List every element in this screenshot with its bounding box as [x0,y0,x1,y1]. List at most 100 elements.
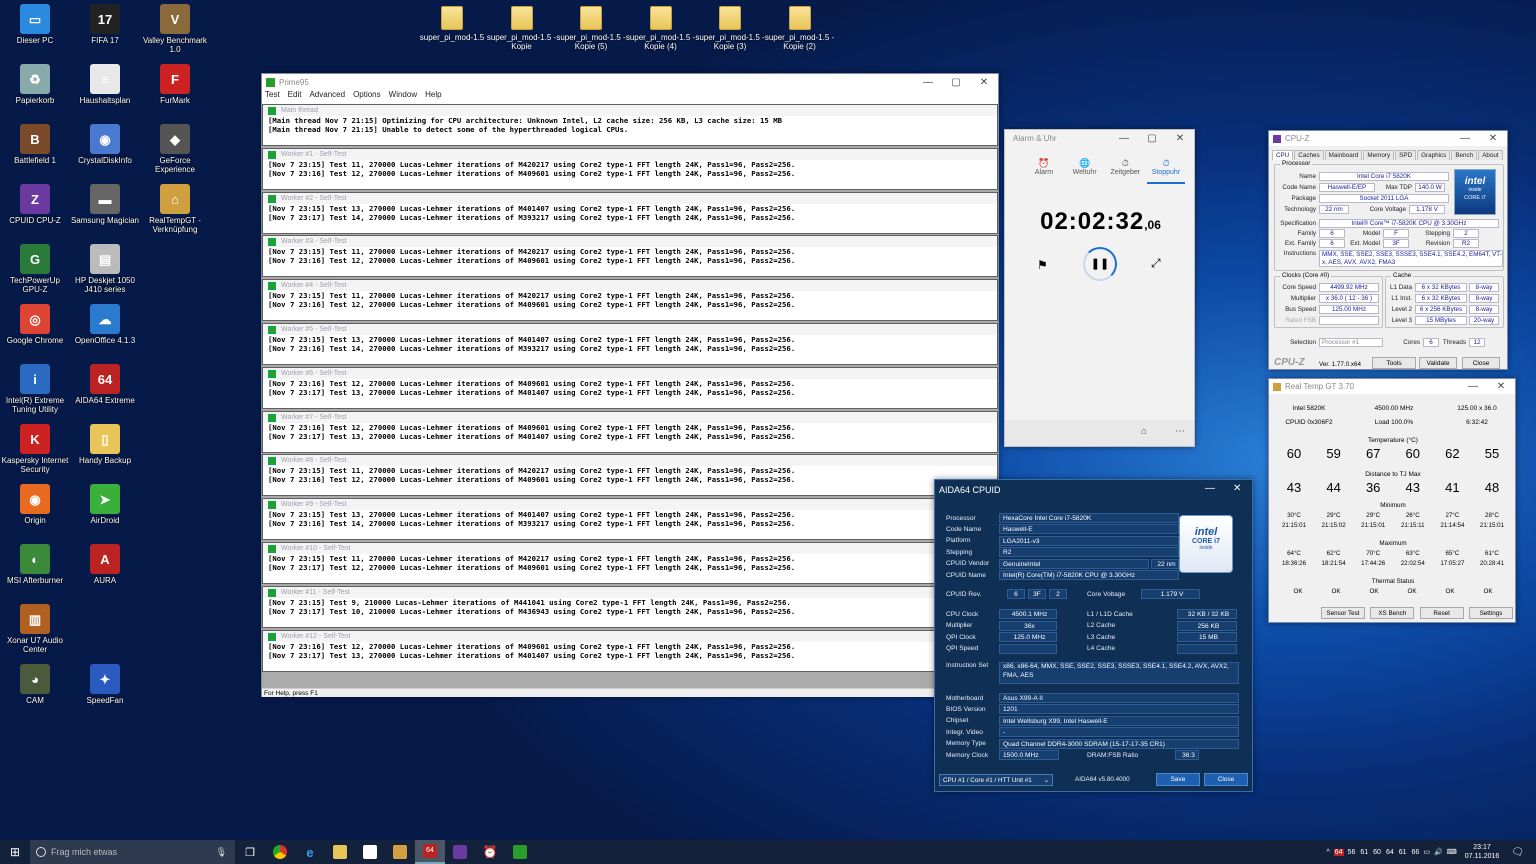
desktop-folder[interactable]: super_pi_mod-1.5 - Kopie (2) [765,6,835,51]
minimize-icon[interactable]: — [1451,133,1479,144]
desktop-icon[interactable]: G TechPowerUp GPU-Z [0,244,70,294]
worker-pane[interactable]: Worker #8 - Self-Test [Nov 7 23:15] Test … [262,454,998,497]
tools-button[interactable]: Tools [1372,357,1416,369]
tab-about[interactable]: About [1478,150,1503,160]
desktop-folder[interactable]: super_pi_mod-1.5 [417,6,487,42]
pause-button[interactable]: ❚❚ [1083,247,1117,281]
realtemp-taskbar-icon[interactable] [385,840,415,864]
desktop-icon[interactable]: ⌂ RealTempGT - Verknüpfung [140,184,210,234]
menu-item-edit[interactable]: Edit [288,90,302,102]
desktop-icon[interactable]: ◕ CAM [0,664,70,705]
desktop-icon[interactable]: ♻ Papierkorb [0,64,70,105]
store-taskbar-icon[interactable] [355,840,385,864]
alarm-taskbar-icon[interactable]: ⏰ [475,840,505,864]
network-icon[interactable]: ▭ [1423,848,1430,856]
aida-tray-icon[interactable]: 64 [1333,848,1344,856]
desktop-icon[interactable]: ◐ MSI Afterburner [0,544,70,585]
prime95-taskbar-icon[interactable] [505,840,535,864]
worker-pane[interactable]: Worker #5 - Self-Test [Nov 7 23:15] Test … [262,322,998,365]
cpuz-titlebar[interactable]: CPU-Z — ✕ [1269,131,1507,146]
desktop-icon[interactable]: ▥ Xonar U7 Audio Center [0,604,70,654]
more-icon[interactable]: ⋯ [1175,426,1185,437]
cpuz-taskbar-icon[interactable] [445,840,475,864]
minimize-icon[interactable]: — [1110,133,1138,144]
flag-icon[interactable]: ⚑ [1037,258,1048,272]
desktop-icon[interactable]: ◉ Origin [0,484,70,525]
desktop-icon[interactable]: ➤ AirDroid [70,484,140,525]
volume-icon[interactable]: 🔊 [1434,848,1443,856]
edge-taskbar-icon[interactable]: e [295,840,325,864]
tab-weltuhr[interactable]: 🌐 Weltuhr [1066,158,1104,184]
desktop-icon[interactable]: 64 AIDA64 Extreme [70,364,140,405]
desktop-icon[interactable]: ≡ Haushaltsplan [70,64,140,105]
desktop-folder[interactable]: super_pi_mod-1.5 - Kopie (5) [556,6,626,51]
main-thread-pane[interactable]: Main thread [Main thread Nov 7 21:15] Opt… [262,104,998,146]
tab-bench[interactable]: Bench [1451,150,1478,160]
desktop-icon[interactable]: ▭ Dieser PC [0,4,70,45]
clock[interactable]: 23:17 07.11.2016 [1465,843,1500,861]
worker-pane[interactable]: Worker #11 - Self-Test [Nov 7 23:15] Test… [262,585,998,628]
desktop-icon[interactable]: ◉ CrystalDiskInfo [70,124,140,165]
close-button[interactable]: Close [1204,773,1248,786]
keyboard-icon[interactable]: ⌨ [1447,848,1457,856]
notifications-icon[interactable]: 🗨 [1511,847,1524,858]
tab-caches[interactable]: Caches [1294,150,1324,160]
desktop-icon[interactable]: ▤ HP Deskjet 1050 J410 series [70,244,140,294]
tab-alarm[interactable]: ⏰ Alarm [1025,158,1063,184]
minimize-icon[interactable]: — [1205,483,1215,494]
sensor-test-button[interactable]: Sensor Test [1321,607,1365,619]
worker-pane[interactable]: Worker #2 - Self-Test [Nov 7 23:15] Test … [262,191,998,234]
close-icon[interactable]: ✕ [1166,133,1194,144]
minimize-icon[interactable]: — [914,77,942,88]
desktop-icon[interactable]: 17 FIFA 17 [70,4,140,45]
worker-pane[interactable]: Worker #3 - Self-Test [Nov 7 23:15] Test … [262,235,998,278]
desktop-icon[interactable]: A AURA [70,544,140,585]
core-select[interactable]: CPU #1 / Core #1 / HTT Unit #1 ⌄ [939,774,1053,786]
task-view-icon[interactable]: ❐ [235,840,265,864]
worker-pane[interactable]: Worker #10 - Self-Test [Nov 7 23:15] Test… [262,541,998,584]
desktop-folder[interactable]: super_pi_mod-1.5 - Kopie (4) [626,6,696,51]
aida64-taskbar-icon[interactable]: 64 [415,840,445,864]
worker-pane[interactable]: Worker #12 - Self-Test [Nov 7 23:16] Test… [262,629,998,672]
xs-bench-button[interactable]: XS Bench [1370,607,1415,619]
desktop-icon[interactable]: ▬ Samsung Magician [70,184,140,225]
tab-stoppuhr[interactable]: ⏱ Stoppuhr [1146,158,1185,184]
desktop-icon[interactable]: ◆ GeForce Experience [140,124,210,174]
desktop-icon[interactable]: K Kaspersky Internet Security [0,424,70,474]
validate-button[interactable]: Validate [1419,357,1457,369]
processor-select[interactable]: Processor #1 [1319,338,1383,347]
desktop-icon[interactable]: ◎ Google Chrome [0,304,70,345]
start-button[interactable]: ⊞ [0,840,30,864]
desktop-folder[interactable]: super_pi_mod-1.5 - Kopie [487,6,557,51]
reset-button[interactable]: Reset [1419,607,1464,619]
minimize-icon[interactable]: — [1459,381,1487,392]
close-icon[interactable]: ✕ [970,77,998,88]
desktop-icon[interactable]: i Intel(R) Extreme Tuning Utility [0,364,70,414]
save-button[interactable]: Save [1156,773,1200,786]
menu-item-window[interactable]: Window [389,90,417,102]
worker-pane[interactable]: Worker #4 - Self-Test [Nov 7 23:15] Test … [262,279,998,322]
worker-pane[interactable]: Worker #6 - Self-Test [Nov 7 23:16] Test … [262,366,998,409]
menu-item-options[interactable]: Options [353,90,381,102]
close-icon[interactable]: ✕ [1487,381,1515,392]
desktop-icon[interactable]: B Battlefield 1 [0,124,70,165]
tab-cpu[interactable]: CPU [1272,150,1294,160]
menu-item-test[interactable]: Test [265,90,280,102]
menu-item-help[interactable]: Help [425,90,441,102]
close-button[interactable]: Close [1462,357,1500,369]
search-box[interactable]: Frag mich etwas 🎙 [30,840,235,864]
desktop-icon[interactable]: V Valley Benchmark 1.0 [140,4,210,54]
pin-icon[interactable]: ⌂ [1141,426,1147,437]
explorer-taskbar-icon[interactable] [325,840,355,864]
realtemp-titlebar[interactable]: Real Temp GT 3.70 — ✕ [1269,379,1515,394]
chevron-up-icon[interactable]: ^ [1326,849,1329,856]
close-icon[interactable]: ✕ [1233,483,1241,494]
prime95-titlebar[interactable]: Prime95 — ▢ ✕ [262,74,998,90]
tab-mainboard[interactable]: Mainboard [1324,150,1363,160]
maximize-icon[interactable]: ▢ [1138,133,1166,144]
desktop-icon[interactable]: ☁ OpenOffice 4.1.3 [70,304,140,345]
maximize-icon[interactable]: ▢ [942,77,970,88]
alarm-titlebar[interactable]: Alarm & Uhr — ▢ ✕ [1005,130,1194,146]
tab-graphics[interactable]: Graphics [1417,150,1451,160]
expand-icon[interactable]: ⤢ [1151,256,1161,271]
